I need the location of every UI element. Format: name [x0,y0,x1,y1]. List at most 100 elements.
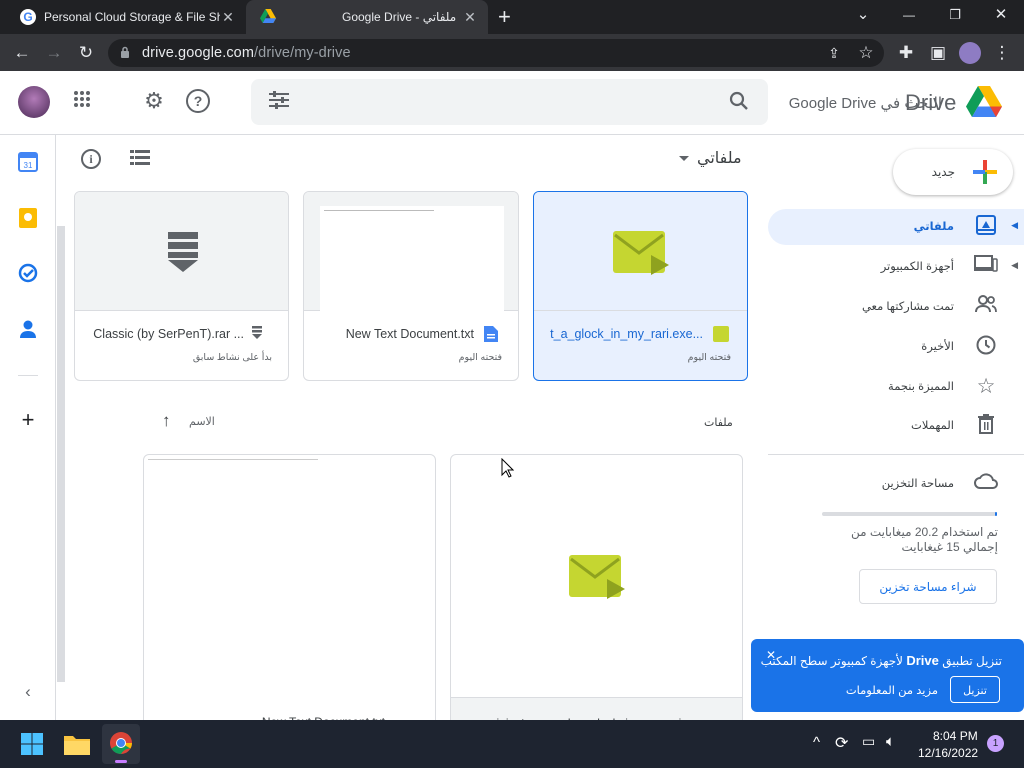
minimize-button[interactable]: — [886,0,932,34]
apps-grid-icon[interactable] [70,90,94,114]
clock-date[interactable]: 12/16/2022 [918,746,978,760]
sync-icon[interactable]: ⟳ [835,733,848,753]
file-card[interactable]: New Text Document.txt [143,454,436,734]
help-icon[interactable]: ? [186,89,210,113]
collapse-panel-icon[interactable]: ‹ [16,680,40,704]
contacts-icon[interactable] [16,319,40,343]
shared-icon [974,295,998,319]
buy-storage-button[interactable]: شراء مساحة تخزين [859,569,997,604]
chrome-menu-icon[interactable]: ⋮ [989,40,1015,66]
add-addon-icon[interactable]: + [16,408,40,432]
file-activity: بدأ على نشاط سابق [192,352,272,363]
chrome-icon [110,732,132,759]
nav-my-drive[interactable]: ◀ ملفاتي [768,209,1024,245]
forward-arrow-icon[interactable]: → [41,40,67,66]
files-section-title: ملفات [704,417,733,429]
tab-title: Personal Cloud Storage & File Sh [44,10,220,24]
extensions-icon[interactable]: ✚ [893,40,919,66]
tab-title: Google Drive - ملفاتي [342,10,457,24]
reload-icon[interactable]: ↻ [73,40,99,66]
notification-badge[interactable]: 1 [987,735,1004,752]
volume-icon[interactable]: 🔈︎ [886,733,895,750]
nav-recent[interactable]: الأخيرة [768,329,1024,365]
new-tab-button[interactable]: + [498,4,511,30]
nav-label: ملفاتي [913,221,954,233]
toast-download-button[interactable]: تنزيل [950,676,1000,703]
account-avatar[interactable] [18,86,50,118]
suggested-file-card[interactable]: Classic (by SerPenT).rar ... بدأ على نشا… [74,191,289,381]
sort-direction-icon[interactable]: ↑ [162,411,171,431]
nav-computers[interactable]: ◀ أجهزة الكمبيوتر [768,249,1024,285]
close-tab-icon[interactable]: ✕ [462,9,478,25]
active-app-indicator [115,760,127,763]
document-preview [320,206,504,312]
nav-label: مساحة التخزين [881,478,954,490]
list-view-icon[interactable] [130,150,150,171]
my-drive-icon [974,215,998,239]
keep-icon[interactable] [16,208,40,232]
file-thumbnail [75,192,288,311]
nav-trash[interactable]: المهملات [768,408,1024,444]
info-icon[interactable]: i [81,149,101,169]
toast-brand: Drive [906,653,939,668]
nav-label: الأخيرة [921,341,954,353]
file-activity: فتحته اليوم [687,352,731,363]
search-options-icon[interactable] [268,91,290,113]
url-host: drive.google.com [142,45,255,61]
file-thumbnail [304,192,518,312]
archive-small-icon [252,326,268,342]
back-arrow-icon[interactable]: ← [9,40,35,66]
tab-search-dropdown-icon[interactable]: ⌄ [840,0,886,34]
mouse-cursor-icon [501,457,515,483]
suggested-file-card[interactable]: t_a_glock_in_my_rari.exe... فتحته اليوم [533,191,748,381]
exe-small-icon [713,326,729,342]
file-explorer-icon[interactable] [64,733,90,760]
tab-google-drive[interactable]: Google Drive - ملفاتي ✕ [246,0,488,34]
drive-logo-icon[interactable] [966,86,1002,123]
tab-personal-cloud[interactable]: G Personal Cloud Storage & File Sh ✕ [8,0,246,34]
nav-shared[interactable]: تمت مشاركتها معي [768,289,1024,325]
side-panel-icon[interactable]: ▣ [925,40,951,66]
clock-icon [974,335,998,359]
file-card[interactable]: i_just_copped_a_glock_in_my_rari.exe [450,454,743,734]
settings-gear-icon[interactable]: ⚙ [141,88,167,114]
nav-label: المهملات [911,420,954,432]
storage-bar [822,512,997,516]
search-icon[interactable] [728,91,750,113]
calendar-icon[interactable]: 31 [16,152,40,176]
header-divider [0,134,1024,135]
bookmark-star-icon[interactable]: ☆ [853,40,879,66]
docs-icon [484,326,500,342]
lock-icon [120,46,130,64]
url-path: /drive/my-drive [254,45,351,61]
toast-text-after: لأجهزة كمبيوتر سطح المكتب [760,654,903,668]
document-preview [148,459,318,460]
new-button[interactable]: جديد [893,149,1013,195]
close-tab-icon[interactable]: ✕ [220,9,236,25]
nav-starred[interactable]: ☆ المميزة بنجمة [768,369,1024,405]
breadcrumb-title[interactable]: ملفاتي [697,148,742,168]
restore-button[interactable]: ❐ [932,0,978,34]
side-panel-strip: 31 + ‹ [0,135,56,720]
chrome-taskbar-button[interactable] [102,724,140,764]
expand-arrow-icon[interactable]: ◀ [1011,220,1018,231]
toast-more-info-link[interactable]: مزيد من المعلومات [846,683,938,697]
exe-file-icon [569,555,627,604]
share-icon[interactable]: ⇪ [821,40,847,66]
nav-label: أجهزة الكمبيوتر [880,261,954,273]
profile-avatar[interactable] [959,42,981,64]
content-scrollbar[interactable] [57,226,65,682]
tasks-icon[interactable] [16,263,40,287]
expand-arrow-icon[interactable]: ◀ [1011,260,1018,271]
sort-by-name[interactable]: الاسم [189,415,215,428]
network-icon[interactable]: ▭ [862,733,875,750]
search-box[interactable] [251,79,768,125]
windows-start-icon[interactable] [21,733,43,760]
show-hidden-icons[interactable]: ^ [813,734,820,751]
breadcrumb-dropdown-icon[interactable] [679,156,689,161]
clock-time[interactable]: 8:04 PM [933,729,978,743]
file-name: New Text Document.txt [345,327,474,341]
close-window-button[interactable]: ✕ [978,0,1024,34]
suggested-file-card[interactable]: New Text Document.txt فتحته اليوم [303,191,519,381]
nav-storage[interactable]: مساحة التخزين [768,466,1024,502]
